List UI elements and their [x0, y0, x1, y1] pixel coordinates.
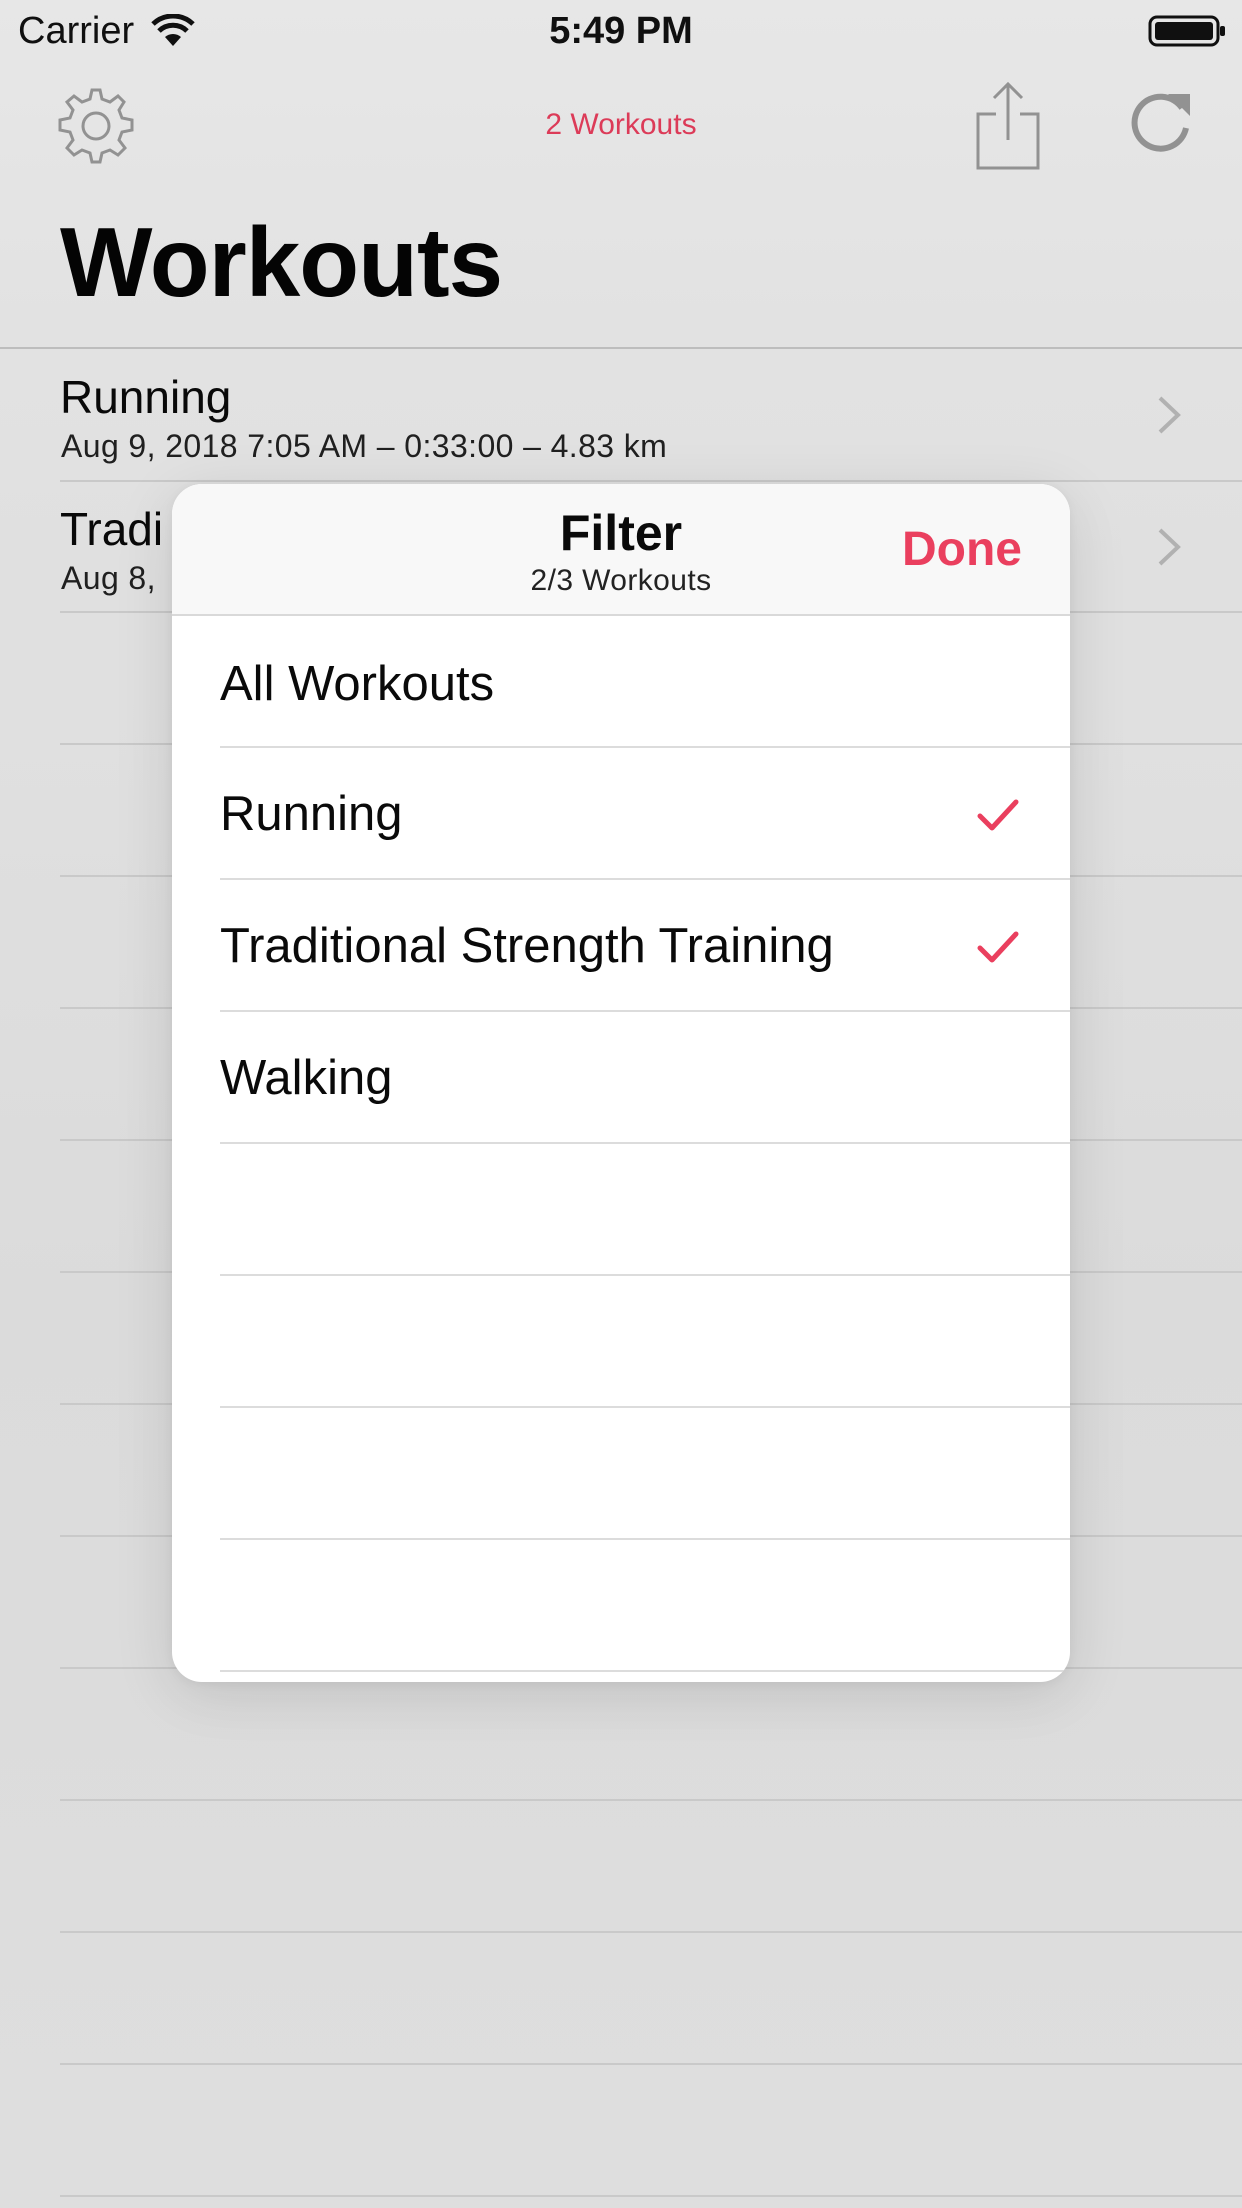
screen: Carrier 5:49 PM 2 Workouts Workouts Runn… [0, 0, 1242, 2208]
filter-option-label: Running [220, 787, 403, 841]
option-divider [220, 1538, 1070, 1540]
filter-option-label: Walking [220, 1051, 393, 1105]
option-divider [220, 1406, 1070, 1408]
filter-option-all-workouts[interactable]: All Workouts [172, 618, 1070, 750]
filter-option-label: All Workouts [220, 657, 495, 711]
done-button[interactable]: Done [902, 522, 1022, 577]
checkmark-icon [977, 799, 1019, 831]
filter-header: Filter 2/3 Workouts Done [172, 484, 1070, 616]
filter-option-running[interactable]: Running [172, 748, 1070, 880]
option-divider [220, 1142, 1070, 1144]
filter-option-walking[interactable]: Walking [172, 1012, 1070, 1144]
filter-option-label: Traditional Strength Training [220, 919, 834, 973]
filter-popover: Filter 2/3 Workouts Done All Workouts Ru… [172, 484, 1070, 1682]
option-divider [220, 1670, 1070, 1672]
filter-option-traditional-strength-training[interactable]: Traditional Strength Training [172, 880, 1070, 1012]
checkmark-icon [977, 931, 1019, 963]
option-divider [220, 1274, 1070, 1276]
